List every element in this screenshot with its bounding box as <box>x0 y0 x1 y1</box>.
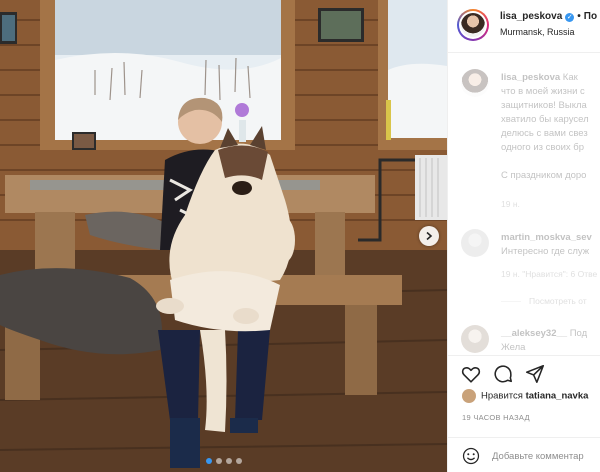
photo-illustration <box>0 0 447 472</box>
likes-summary[interactable]: Нравится tatiana_navka <box>462 389 588 403</box>
caption-line: Как <box>562 72 578 83</box>
comment-author-avatar[interactable] <box>461 229 489 257</box>
comment-text: martin_moskva_sev Интересно где служ <box>501 231 592 259</box>
post-location[interactable]: Murmansk, Russia <box>500 27 575 37</box>
caption-text: lisa_peskova Как что в моей жизни с защи… <box>501 71 589 183</box>
author-username[interactable]: lisa_peskova <box>500 11 562 22</box>
follow-button[interactable]: По <box>584 11 597 22</box>
post-actions <box>448 355 600 390</box>
comment-author-avatar[interactable] <box>461 325 489 353</box>
caption-line: делюсь с вами свез <box>501 128 588 139</box>
comment-icon[interactable] <box>492 363 514 385</box>
caption-time: 19 н. <box>501 199 520 209</box>
share-icon[interactable] <box>524 363 546 385</box>
comment-text: __aleksey32__ Под Жела <box>501 327 587 353</box>
carousel-dot <box>215 458 222 464</box>
liker-username[interactable]: tatiana_navka <box>526 391 589 402</box>
caption-line: одного из своих бр <box>501 142 585 153</box>
caption-username[interactable]: lisa_peskova <box>501 72 560 83</box>
post-photo[interactable] <box>0 0 447 472</box>
post-timestamp[interactable]: 19 ЧАСОВ НАЗАД <box>462 413 530 422</box>
caption-line: хватило бы карусел <box>501 114 589 125</box>
comment-line: Интересно где служ <box>501 246 590 257</box>
emoji-icon[interactable] <box>462 447 480 465</box>
add-comment-bar <box>448 437 600 472</box>
comment-meta[interactable]: 19 н. "Нравится": 6 Отве <box>501 269 597 279</box>
comment-input[interactable] <box>492 447 597 465</box>
caption-author-avatar[interactable] <box>461 69 489 97</box>
carousel-dots <box>0 458 447 464</box>
comment-username[interactable]: __aleksey32__ <box>501 328 567 339</box>
verified-badge-icon: ✓ <box>565 13 575 22</box>
likes-prefix: Нравится <box>481 390 523 402</box>
comment-line: Под <box>569 328 588 339</box>
caption-line: С праздником доро <box>501 170 587 181</box>
next-photo-button[interactable] <box>419 226 439 246</box>
view-replies-button[interactable]: Посмотреть от <box>501 296 587 306</box>
chevron-right-icon <box>424 231 434 241</box>
comment-line: Жела <box>501 342 526 353</box>
follow-separator: • <box>577 11 581 22</box>
post-header: lisa_peskova ✓ • По Murmansk, Russia <box>448 0 600 53</box>
caption-line: что в моей жизни с <box>501 86 585 97</box>
post-side-panel: lisa_peskova ✓ • По Murmansk, Russia lisa_p… <box>447 0 600 472</box>
author-avatar[interactable] <box>457 9 489 41</box>
comments-list[interactable]: lisa_peskova Как что в моей жизни с защи… <box>448 53 600 353</box>
heart-icon[interactable] <box>460 363 482 385</box>
carousel-dot <box>235 458 242 464</box>
view-replies-label: Посмотреть от <box>529 296 587 306</box>
carousel-dot <box>225 458 232 464</box>
liker-avatar <box>462 389 476 403</box>
comment-username[interactable]: martin_moskva_sev <box>501 232 592 243</box>
carousel-dot <box>205 458 212 464</box>
caption-line: защитников! Выкла <box>501 100 587 111</box>
